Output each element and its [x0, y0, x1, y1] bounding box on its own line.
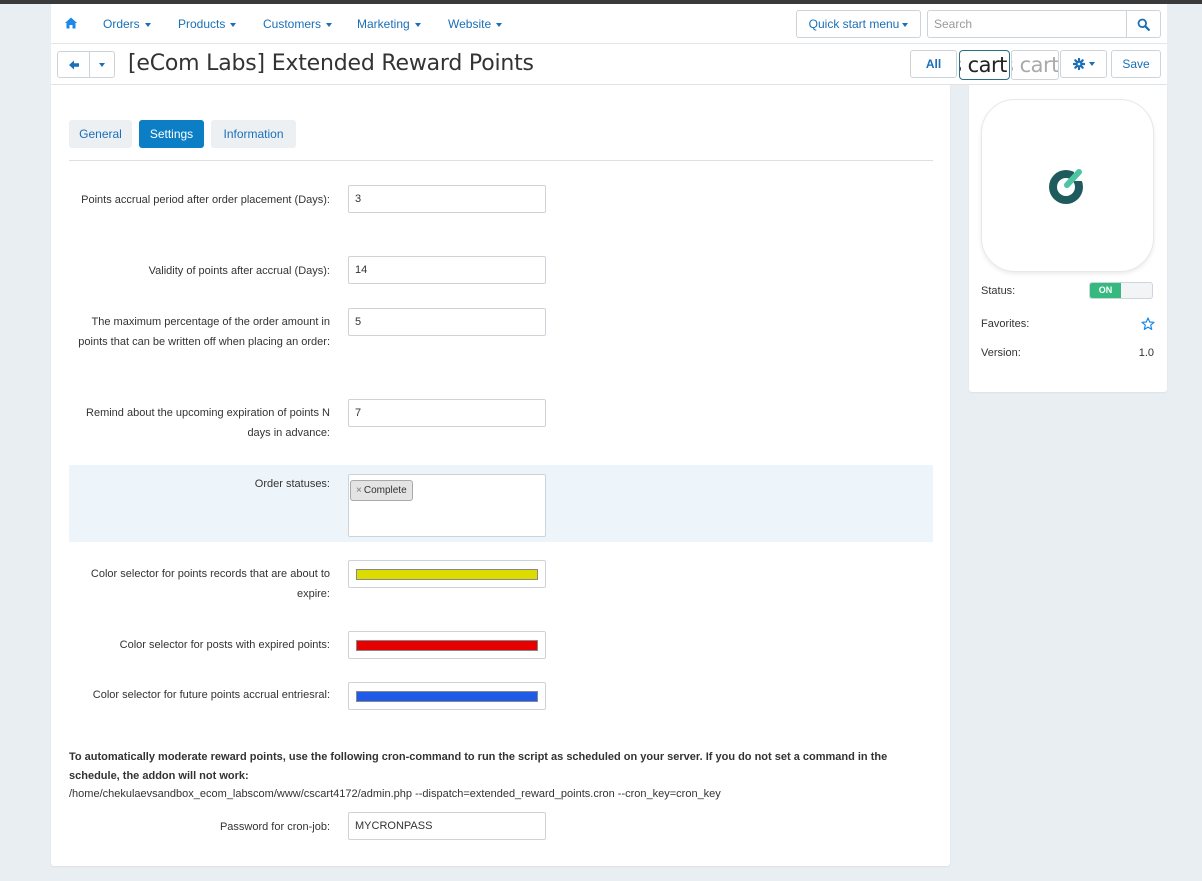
validity-input[interactable] [348, 256, 546, 284]
quick-start-label: Quick start menu [808, 17, 900, 31]
nav-menu-label: Website [448, 17, 492, 31]
tab-information[interactable]: Information [211, 120, 296, 148]
nav-menu-label: Customers [263, 17, 322, 31]
tab-settings[interactable]: Settings [139, 120, 204, 148]
cron-note: To automatically moderate reward points,… [69, 751, 888, 782]
quick-start-menu-button[interactable]: Quick start menu [796, 10, 921, 38]
all-label: All [925, 57, 942, 71]
nav-menu-orders[interactable]: Orders [103, 17, 151, 31]
caret-down-icon [230, 22, 237, 27]
caret-down-icon [414, 22, 421, 27]
color-swatch [356, 569, 538, 580]
tabs-divider [69, 160, 933, 161]
status-toggle-on: ON [1090, 283, 1121, 298]
addon-icon-frame [981, 99, 1154, 272]
save-label: Save [1122, 57, 1150, 71]
cs-cart-logo-button[interactable]: s cart [959, 50, 1010, 80]
cs-cart-logo-text: s cart [1012, 53, 1059, 77]
favorites-label: Favorites: [981, 318, 1030, 330]
color-swatch [356, 640, 538, 651]
accrual-period-label: Points accrual period after order placem… [81, 194, 330, 206]
status-toggle[interactable]: ON [1089, 282, 1153, 299]
home-icon[interactable] [64, 16, 78, 30]
search-button[interactable] [1126, 10, 1161, 38]
nav-menu-label: Products [178, 17, 226, 31]
color-expire-picker[interactable] [348, 560, 546, 588]
color-expired-label: Color selector for posts with expired po… [119, 639, 330, 651]
remind-input[interactable] [348, 399, 546, 427]
search-icon [1137, 18, 1150, 31]
search-input[interactable] [927, 10, 1127, 38]
cron-path: /home/chekulaevsandbox_ecom_labscom/www/… [69, 788, 721, 800]
tab-general[interactable]: General [69, 120, 132, 148]
back-dropdown-button[interactable] [90, 51, 115, 78]
caret-down-icon [144, 22, 151, 27]
caret-down-icon [1088, 62, 1095, 66]
order-statuses-label: Order statuses: [254, 478, 330, 490]
nav-menu-customers[interactable]: Customers [263, 17, 333, 31]
title-bar: [eCom Labs] Extended Reward Points All s… [51, 44, 1167, 85]
caret-down-icon [496, 22, 503, 27]
ecom-labs-logo-icon [1048, 166, 1088, 204]
status-label: Status: [981, 285, 1016, 297]
max-percent-label: The maximum percentage of the order amou… [78, 316, 330, 348]
caret-down-icon [99, 62, 105, 67]
all-button[interactable]: All [910, 50, 957, 78]
remind-label: Remind about the upcoming expiration of … [86, 407, 330, 439]
top-navigation: Orders Products Customers Marketing Webs… [51, 4, 1167, 44]
nav-menu-label: Marketing [357, 17, 410, 31]
cron-password-input[interactable] [348, 812, 546, 840]
tab-label: General [79, 127, 122, 141]
tab-label: Settings [149, 127, 194, 141]
arrow-left-icon [68, 60, 79, 69]
page-title: [eCom Labs] Extended Reward Points [128, 51, 534, 76]
addon-sidebar: Status: ON Favorites: Version: 1.0 [969, 85, 1167, 392]
caret-down-icon [326, 22, 333, 27]
star-icon[interactable] [1141, 317, 1155, 331]
accrual-period-input[interactable] [348, 185, 546, 213]
tab-label: Information [223, 127, 284, 141]
caret-down-icon [902, 22, 909, 27]
validity-label: Validity of points after accrual (Days): [148, 265, 330, 277]
order-statuses-multiselect[interactable]: × Complete [348, 474, 546, 537]
nav-menu-products[interactable]: Products [178, 17, 237, 31]
save-button[interactable]: Save [1111, 50, 1161, 78]
version-label: Version: [981, 347, 1021, 359]
cron-password-label: Password for cron-job: [219, 821, 330, 833]
nav-menu-website[interactable]: Website [448, 17, 503, 31]
back-button[interactable] [57, 51, 90, 78]
cs-cart-logo-button-secondary[interactable]: s cart [1011, 50, 1059, 80]
nav-menu-marketing[interactable]: Marketing [357, 17, 421, 31]
max-percent-input[interactable] [348, 308, 546, 336]
settings-panel: General Settings Information Points accr… [51, 85, 950, 866]
nav-menu-label: Orders [103, 17, 140, 31]
color-swatch [356, 691, 538, 702]
color-expired-picker[interactable] [348, 631, 546, 659]
version-value: 1.0 [1138, 347, 1154, 359]
color-future-label: Color selector for future points accrual… [92, 689, 330, 701]
color-future-picker[interactable] [348, 682, 546, 710]
chip-label: Complete [363, 485, 407, 496]
status-chip-complete[interactable]: × Complete [350, 480, 413, 501]
cs-cart-logo-text: s cart [960, 53, 1007, 77]
color-expire-label: Color selector for points records that a… [90, 568, 330, 600]
chip-remove-icon[interactable]: × [356, 485, 362, 496]
gear-icon [1072, 58, 1085, 70]
settings-gear-button[interactable] [1060, 50, 1107, 78]
